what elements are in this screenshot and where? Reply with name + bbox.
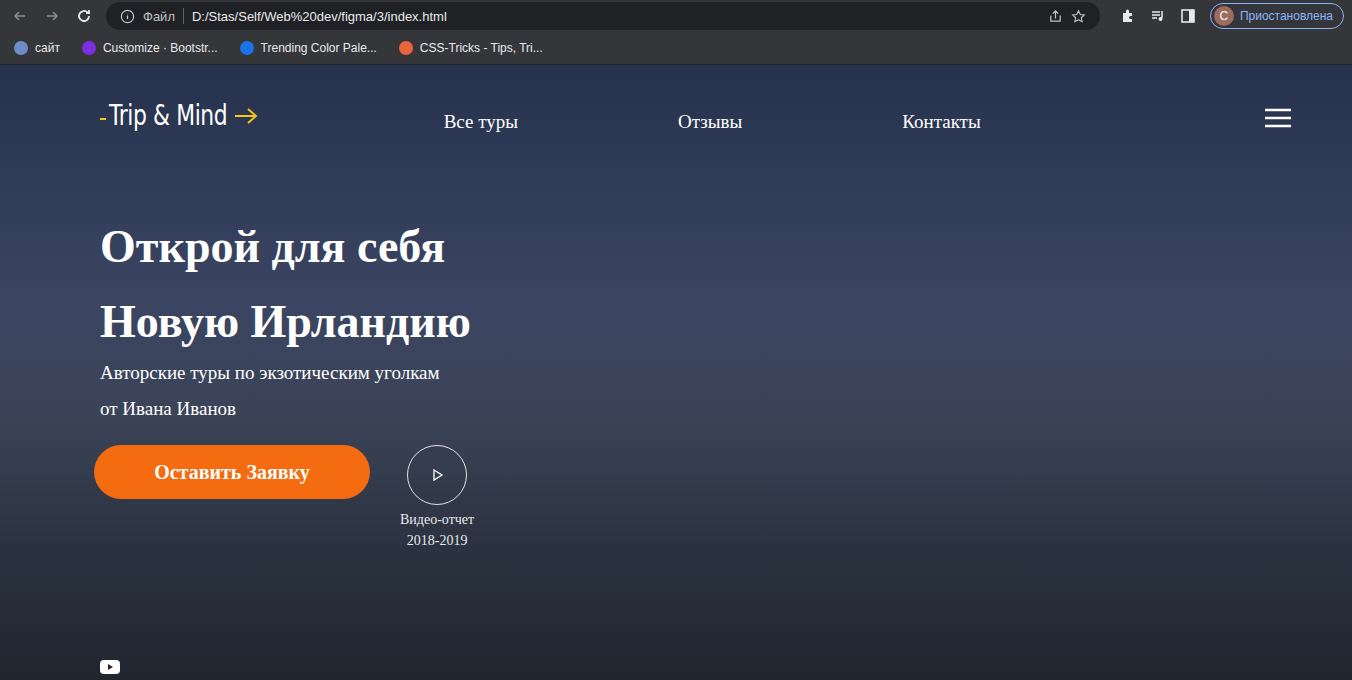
- nav-link[interactable]: Контакты: [902, 111, 980, 133]
- hero-actions: Оставить Заявку Видео-отчет2018-2019: [94, 445, 1252, 551]
- bookmark[interactable]: Customize · Bootstr...: [82, 41, 218, 55]
- request-button[interactable]: Оставить Заявку: [94, 445, 370, 499]
- bookmark-label: Trending Color Pale...: [261, 41, 377, 55]
- play-icon: [429, 467, 445, 483]
- star-icon[interactable]: [1071, 9, 1086, 24]
- media-icon[interactable]: [1150, 8, 1166, 24]
- forward-icon[interactable]: [44, 8, 60, 24]
- address-url[interactable]: D:/Stas/Self/Web%20dev/figma/3/index.htm…: [192, 9, 447, 24]
- browser-window: Файл D:/Stas/Self/Web%20dev/figma/3/inde…: [0, 0, 1352, 680]
- hero-title: Открой для себяНовую Ирландию: [100, 209, 1252, 359]
- bookmark-label: Customize · Bootstr...: [103, 41, 218, 55]
- bookmark-icon: [240, 41, 254, 55]
- logo[interactable]: Trip & Mind: [100, 99, 258, 132]
- profile-status: Приостановлена: [1240, 9, 1333, 23]
- address-bar[interactable]: Файл D:/Stas/Self/Web%20dev/figma/3/inde…: [106, 2, 1100, 30]
- bookmark-icon: [399, 41, 413, 55]
- video-caption: Видео-отчет2018-2019: [400, 509, 474, 551]
- logo-text: Trip & Mind: [109, 99, 227, 132]
- logo-arrow-icon: [234, 106, 258, 126]
- main-nav: Все туры Отзывы Контакты: [444, 99, 981, 133]
- bookmarks-bar: сайт Customize · Bootstr... Trending Col…: [0, 32, 1352, 65]
- nav-link[interactable]: Все туры: [444, 111, 518, 133]
- youtube-icon[interactable]: [100, 660, 120, 674]
- video-report[interactable]: Видео-отчет2018-2019: [400, 445, 474, 551]
- address-prefix: Файл: [143, 9, 175, 24]
- bookmark-icon: [82, 41, 96, 55]
- profile-button[interactable]: С Приостановлена: [1210, 3, 1344, 29]
- hero-subtitle: Авторские туры по экзотическим уголкамот…: [100, 355, 1252, 427]
- site-header: Trip & Mind Все туры Отзывы Контакты: [100, 99, 1252, 149]
- bookmark-label: CSS-Tricks - Tips, Tri...: [420, 41, 543, 55]
- extensions-icon[interactable]: [1120, 8, 1136, 24]
- share-icon[interactable]: [1048, 9, 1063, 24]
- bookmark-label: сайт: [35, 41, 60, 55]
- menu-icon[interactable]: [1265, 107, 1291, 129]
- bookmark[interactable]: Trending Color Pale...: [240, 41, 377, 55]
- hero-section: Trip & Mind Все туры Отзывы Контакты Откро…: [0, 65, 1352, 680]
- bookmark[interactable]: CSS-Tricks - Tips, Tri...: [399, 41, 543, 55]
- browser-toolbar: Файл D:/Stas/Self/Web%20dev/figma/3/inde…: [0, 0, 1352, 32]
- nav-link[interactable]: Отзывы: [678, 111, 742, 133]
- play-button[interactable]: [407, 445, 467, 505]
- info-icon[interactable]: [120, 9, 135, 24]
- profile-avatar: С: [1214, 6, 1234, 26]
- bookmark[interactable]: сайт: [14, 41, 60, 55]
- back-icon[interactable]: [12, 8, 28, 24]
- bookmark-icon: [14, 41, 28, 55]
- logo-dash-icon: [100, 118, 106, 120]
- sidebar-icon[interactable]: [1180, 8, 1196, 24]
- reload-icon[interactable]: [76, 8, 92, 24]
